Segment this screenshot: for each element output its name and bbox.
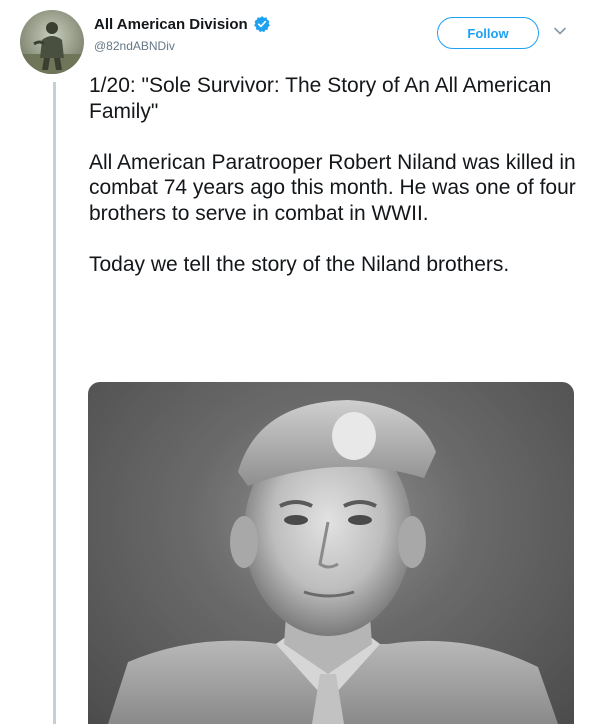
tweet-paragraph: Today we tell the story of the Niland br… bbox=[89, 252, 510, 276]
thread-line bbox=[53, 82, 56, 724]
account-handle[interactable]: @82ndABNDiv bbox=[94, 39, 175, 53]
follow-button[interactable]: Follow bbox=[437, 17, 539, 49]
tweet-paragraph: 1/20: "Sole Survivor: The Story of An Al… bbox=[89, 74, 552, 123]
display-name[interactable]: All American Division bbox=[94, 16, 248, 33]
tweet-photo[interactable] bbox=[88, 382, 574, 724]
chevron-down-icon[interactable] bbox=[553, 24, 567, 38]
tweet-text: 1/20: "Sole Survivor: The Story of An Al… bbox=[89, 73, 579, 303]
avatar-image bbox=[20, 22, 84, 74]
tweet-paragraph: All American Paratrooper Robert Niland w… bbox=[89, 150, 576, 225]
portrait-image bbox=[88, 382, 574, 724]
account-name-row: All American Division bbox=[94, 15, 271, 33]
avatar[interactable] bbox=[20, 10, 84, 74]
verified-badge-icon bbox=[253, 15, 271, 33]
